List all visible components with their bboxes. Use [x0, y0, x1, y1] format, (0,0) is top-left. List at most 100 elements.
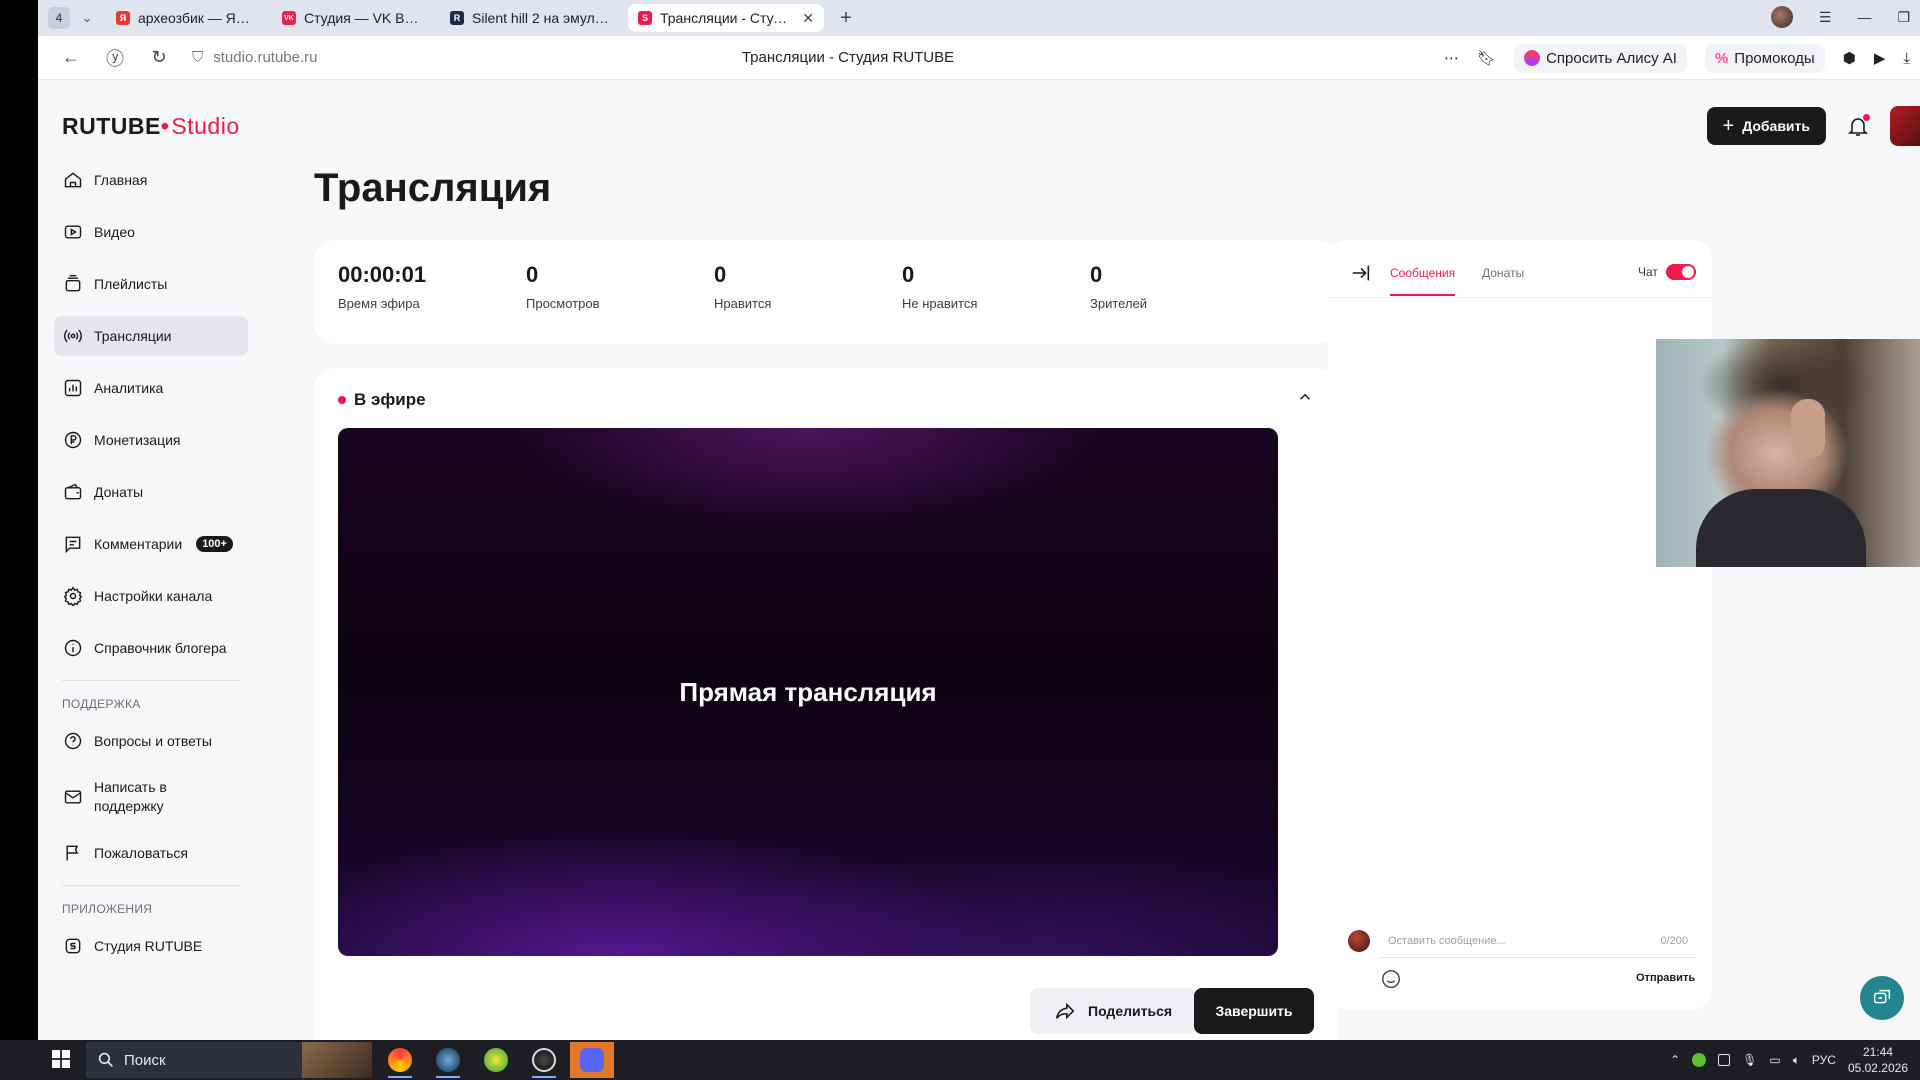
taskbar-search-label: Поиск: [124, 1051, 166, 1069]
add-button-label: Добавить: [1742, 118, 1810, 134]
obs-icon: [532, 1048, 556, 1072]
collapse-panel-icon[interactable]: [1350, 262, 1372, 289]
restore-icon[interactable]: ❐: [1897, 9, 1910, 26]
sidebar-item-report[interactable]: Пожаловаться: [54, 833, 248, 873]
studio-favicon-icon: S: [638, 11, 652, 25]
browser-tab-rutube-studio[interactable]: S Трансляции - Студия RUTUBE ✕: [628, 4, 824, 32]
sidebar-item-label: Плейлисты: [94, 276, 168, 292]
chevron-up-icon[interactable]: [1296, 388, 1314, 411]
browser-tab-vk[interactable]: VK Студия — VK Видео Live: [272, 4, 432, 32]
apps-section-title: ПРИЛОЖЕНИЯ: [62, 902, 153, 916]
system-tray: ⌃ 🎙︎ ▭ 🔈︎ РУС 21:44 05.02.2026: [1670, 1040, 1920, 1080]
stream-player[interactable]: Прямая трансляция: [338, 428, 1278, 956]
sidebar-item-label: Донаты: [94, 484, 144, 500]
sidebar-item-label: Видео: [94, 224, 135, 240]
taskbar-discord[interactable]: [570, 1042, 614, 1078]
sidebar-item-write-support[interactable]: Написать в поддержку: [54, 773, 248, 821]
network-icon[interactable]: ▭: [1769, 1053, 1780, 1067]
downloads-icon[interactable]: ⤓: [1903, 50, 1910, 67]
sidebar-item-studio-app[interactable]: Студия RUTUBE: [54, 926, 248, 966]
media-icon[interactable]: ▶: [1874, 49, 1886, 67]
chat-panel: Сообщения Донаты Чат Оставить сообщение.…: [1328, 240, 1712, 1010]
sidebar-item-broadcasts[interactable]: Трансляции: [54, 316, 248, 356]
sidebar-item-label: Монетизация: [94, 432, 181, 448]
player-caption: Прямая трансляция: [679, 676, 937, 707]
browser-tab-yandex[interactable]: Я археозбик — Яндекс: нашлось: [106, 4, 264, 32]
chat-char-counter: 0/200: [1660, 934, 1688, 947]
emoji-icon[interactable]: [1380, 968, 1402, 995]
extensions-icon[interactable]: ⬢: [1843, 49, 1856, 67]
sidebar-item-monetization[interactable]: Монетизация: [54, 420, 248, 460]
promo-button[interactable]: % Промокоды: [1704, 43, 1825, 73]
alice-icon: [1524, 50, 1541, 66]
volume-icon[interactable]: 🔈︎: [1793, 1053, 1800, 1068]
tab-messages[interactable]: Сообщения: [1390, 266, 1456, 296]
taskbar-green-app[interactable]: [474, 1042, 518, 1078]
language-indicator[interactable]: РУС: [1812, 1053, 1836, 1067]
tab-donations[interactable]: Донаты: [1482, 266, 1524, 280]
share-button[interactable]: Поделиться: [1030, 988, 1197, 1034]
sidebar-divider: [62, 885, 240, 886]
yandex-favicon-icon: Я: [116, 11, 130, 25]
support-section-title: ПОДДЕРЖКА: [62, 697, 141, 711]
add-button[interactable]: + Добавить: [1706, 107, 1826, 145]
stream-stats-card: 00:00:01 Время эфира 0 Просмотров 0 Нрав…: [314, 240, 1338, 344]
chat-user-avatar: [1348, 930, 1370, 952]
sidebar-item-comments[interactable]: Комментарии 100+: [54, 524, 248, 564]
back-arrow-icon[interactable]: ←: [60, 47, 82, 68]
tray-green-icon[interactable]: [1692, 1053, 1707, 1067]
profile-avatar[interactable]: [1770, 6, 1793, 28]
microphone-icon[interactable]: 🎙︎: [1742, 1053, 1757, 1067]
tab-counter[interactable]: 4: [48, 7, 70, 29]
taskbar-obs[interactable]: [522, 1042, 566, 1078]
sidebar-item-home[interactable]: Главная: [54, 160, 248, 200]
sidebar-item-channel-settings[interactable]: Настройки канала: [54, 576, 248, 616]
stat-air-time: 00:00:01 Время эфира: [338, 262, 426, 311]
rutube-studio-logo[interactable]: RUTUBE•Studio: [62, 113, 240, 140]
help-chat-button[interactable]: [1860, 976, 1904, 1020]
minimize-icon[interactable]: —: [1857, 9, 1871, 25]
sidebar-item-analytics[interactable]: Аналитика: [54, 368, 248, 408]
clock[interactable]: 21:44 05.02.2026: [1848, 1044, 1908, 1076]
send-message-button[interactable]: Отправить: [1636, 972, 1695, 984]
tabs-dropdown-icon[interactable]: ⌄: [76, 10, 98, 26]
chat-toggle[interactable]: [1666, 264, 1696, 280]
live-status: В эфире: [338, 390, 426, 410]
reload-icon[interactable]: ↻: [148, 47, 170, 68]
sidebar-item-playlists[interactable]: Плейлисты: [54, 264, 248, 304]
taskbar-search[interactable]: Поиск: [86, 1042, 372, 1078]
windows-start-icon[interactable]: [52, 1050, 70, 1073]
taskbar-steam[interactable]: [426, 1042, 470, 1078]
taskbar-yandex-browser[interactable]: [378, 1042, 422, 1078]
menu-icon[interactable]: ☰: [1819, 9, 1832, 26]
close-tab-icon[interactable]: ✕: [802, 10, 814, 27]
more-dots-icon[interactable]: ⋯: [1444, 49, 1459, 67]
bookmark-icon[interactable]: 🔖︎: [1477, 49, 1496, 67]
tray-expand-icon[interactable]: ⌃: [1670, 1053, 1680, 1067]
end-stream-button[interactable]: Завершить: [1194, 988, 1314, 1034]
new-tab-icon[interactable]: +: [834, 7, 858, 30]
plus-icon: +: [1722, 114, 1735, 137]
tab-title: Трансляции - Студия RUTUBE: [660, 10, 790, 26]
url-text: studio.rutube.ru: [213, 49, 318, 66]
steam-icon: [436, 1048, 460, 1072]
page-title: Трансляция: [314, 166, 552, 210]
percent-icon: %: [1714, 49, 1729, 67]
notifications-bell-icon[interactable]: [1846, 114, 1870, 138]
yandex-home-icon[interactable]: ⓨ: [104, 45, 126, 71]
chat-message-input[interactable]: Оставить сообщение... 0/200: [1380, 924, 1696, 958]
sidebar-item-video[interactable]: Видео: [54, 212, 248, 252]
ask-alice-button[interactable]: Спросить Алису AI: [1514, 43, 1687, 73]
sidebar-divider: [62, 680, 240, 681]
sidebar-item-faq[interactable]: Вопросы и ответы: [54, 721, 248, 761]
stat-dislikes: 0 Не нравится: [902, 262, 977, 311]
flag-icon: [62, 842, 84, 864]
windows-taskbar: Поиск ⌃ 🎙︎ ▭ 🔈︎ РУС 21:44 05.02.2026: [0, 1040, 1920, 1080]
sidebar-item-blogger-guide[interactable]: Справочник блогера: [54, 628, 248, 668]
stat-label: Просмотров: [526, 296, 600, 311]
user-avatar[interactable]: [1890, 106, 1920, 146]
sidebar-item-donations[interactable]: Донаты: [54, 472, 248, 512]
browser-tab-silent-hill[interactable]: R Silent hill 2 на эмуляторе: [440, 4, 620, 32]
tray-monitor-icon[interactable]: [1718, 1054, 1731, 1066]
url-field[interactable]: ⛉ studio.rutube.ru: [192, 49, 318, 66]
